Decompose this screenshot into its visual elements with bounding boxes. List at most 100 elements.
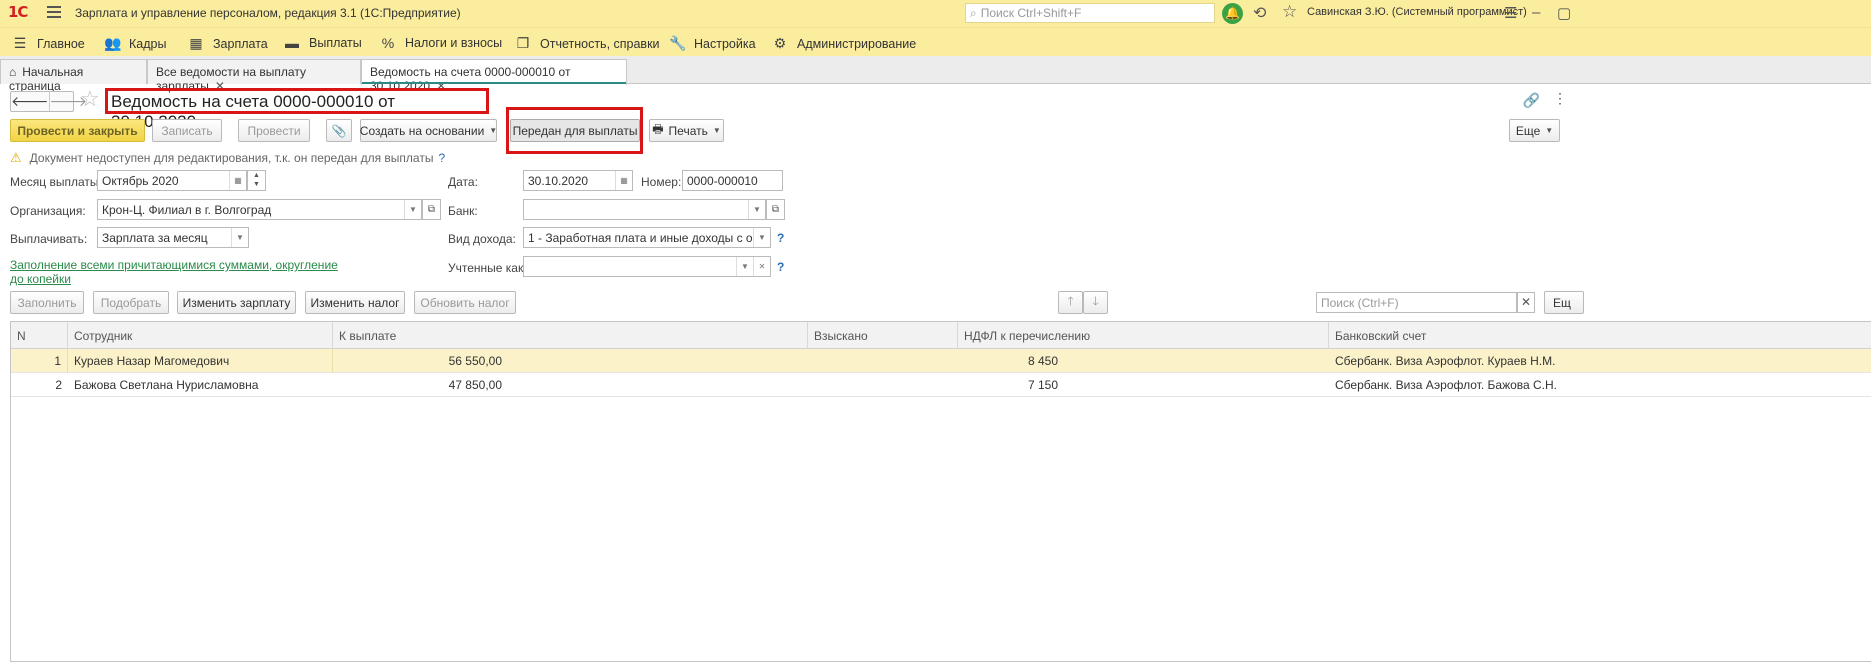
column-header-bank-account[interactable]: Банковский счет: [1329, 322, 1549, 349]
income-type-field[interactable]: 1 - Заработная плата и иные доходы с огр…: [523, 227, 771, 248]
people-icon: 👥: [104, 35, 122, 51]
sections-panel: ☰ Главное 👥 Кадры ▦ Зарплата ▬ Выплаты % Нало…: [0, 27, 1871, 56]
date-field[interactable]: 30.10.2020 ▦: [523, 170, 633, 191]
table-search-input[interactable]: Поиск (Ctrl+F): [1316, 292, 1517, 313]
table-more-button[interactable]: Ещ: [1544, 291, 1584, 314]
organization-field[interactable]: Крон-Ц. Филиал в г. Волгоград ▼: [97, 199, 422, 220]
arrow-up-icon: 🡑: [1067, 294, 1074, 308]
move-down-button[interactable]: 🡓: [1083, 291, 1108, 314]
cell-ndfl: 8 450: [1027, 354, 1058, 368]
month-stepper[interactable]: ▲ ▼: [247, 170, 266, 191]
section-salary[interactable]: ▦ Зарплата: [188, 35, 267, 52]
column-header-to-pay[interactable]: К выплате: [333, 322, 808, 349]
chevron-down-icon[interactable]: ▼: [404, 200, 421, 219]
search-icon: ⌕: [970, 5, 977, 20]
app-title: Зарплата и управление персоналом, редакц…: [75, 6, 461, 20]
employees-table: N Сотрудник К выплате Взыскано НДФЛ к пе…: [10, 321, 1871, 662]
month-field[interactable]: Октябрь 2020 ▦: [97, 170, 247, 191]
column-header-ndfl[interactable]: НДФЛ к перечислению: [958, 322, 1329, 349]
cell-withheld: [808, 373, 958, 397]
calendar-icon[interactable]: ▦: [229, 171, 246, 190]
cell-bank-account: Сбербанк. Виза Аэрофлот. Бажова С.Н.: [1335, 378, 1558, 392]
table-row[interactable]: 2 Бажова Светлана Нурисламовна 47 850,00…: [11, 373, 1871, 397]
cell-n: 1: [11, 349, 68, 373]
read-only-warning: ⚠ Документ недоступен для редактирования…: [10, 150, 446, 165]
tab-home[interactable]: ⌂ Начальная страница: [0, 59, 147, 93]
chevron-down-icon[interactable]: ▼: [736, 257, 753, 276]
tab-all-statements[interactable]: Все ведомости на выплату зарплаты ✕: [147, 59, 361, 93]
app-logo: 1С: [8, 3, 28, 21]
section-admin[interactable]: ⚙ Администрирование: [772, 35, 916, 52]
number-field[interactable]: 0000-000010: [682, 170, 783, 191]
chevron-down-icon[interactable]: ▼: [748, 200, 765, 219]
more-vertical-icon[interactable]: ⋮: [1553, 90, 1567, 107]
pay-label: Выплачивать:: [10, 232, 88, 246]
history-navigation: 🡐 🡒: [10, 91, 87, 112]
cell-ndfl: 7 150: [1027, 378, 1058, 392]
select-button[interactable]: Подобрать: [93, 291, 169, 314]
history-icon[interactable]: ⟲: [1253, 3, 1266, 23]
section-main[interactable]: ☰ Главное: [12, 35, 85, 52]
accounted-as-field[interactable]: ▼ ✕: [523, 256, 771, 277]
attach-file-button[interactable]: 📎: [326, 119, 352, 142]
page-title: Ведомость на счета 0000-000010 от 30.10.…: [105, 88, 489, 131]
current-user[interactable]: Савинская З.Ю. (Системный программист): [1307, 6, 1527, 18]
window-icon[interactable]: ▢: [1557, 4, 1571, 22]
income-type-label: Вид дохода:: [448, 232, 516, 246]
favorites-icon[interactable]: ☆: [1282, 2, 1297, 22]
section-settings[interactable]: 🔧 Настройка: [669, 35, 756, 52]
back-arrow-icon[interactable]: 🡐: [11, 92, 49, 111]
change-salary-button[interactable]: Изменить зарплату: [177, 291, 296, 314]
main-menu-icon[interactable]: [47, 6, 61, 20]
clear-icon[interactable]: ✕: [753, 257, 770, 276]
cell-withheld: [808, 349, 958, 373]
move-up-button[interactable]: 🡑: [1058, 291, 1083, 314]
print-button[interactable]: 🖶 Печать ▼: [649, 119, 724, 142]
more-button[interactable]: Еще ▼: [1509, 119, 1560, 142]
number-label: Номер:: [641, 175, 682, 189]
bank-field[interactable]: ▼: [523, 199, 766, 220]
gear-icon: ⚙: [773, 35, 787, 51]
update-tax-button[interactable]: Обновить налог: [414, 291, 516, 314]
section-taxes[interactable]: % Налоги и взносы: [380, 35, 502, 51]
cell-to-pay: 47 850,00: [448, 378, 502, 392]
open-bank-icon[interactable]: ⧉: [766, 199, 785, 220]
minimize-icon[interactable]: –: [1532, 4, 1540, 21]
income-help-icon[interactable]: ?: [777, 231, 784, 245]
accounted-help-icon[interactable]: ?: [777, 260, 784, 274]
post-button[interactable]: Провести: [238, 119, 310, 142]
table-header: N Сотрудник К выплате Взыскано НДФЛ к пе…: [11, 322, 1871, 349]
section-reports[interactable]: ❐ Отчетность, справки: [515, 35, 660, 52]
chevron-down-icon[interactable]: ▼: [231, 228, 248, 247]
percent-icon: %: [381, 35, 395, 51]
documents-icon: ❐: [516, 35, 530, 51]
column-header-employee[interactable]: Сотрудник: [68, 322, 333, 349]
chevron-down-icon: ▼: [1545, 126, 1554, 135]
create-based-on-button[interactable]: Создать на основании ▼: [360, 119, 497, 142]
fill-button[interactable]: Заполнить: [10, 291, 84, 314]
global-search-input[interactable]: ⌕ Поиск Ctrl+Shift+F: [965, 3, 1215, 23]
link-icon[interactable]: 🔗: [1523, 92, 1540, 109]
tab-current-statement[interactable]: Ведомость на счета 0000-000010 от 30.10.…: [361, 59, 627, 93]
clear-search-icon[interactable]: ✕: [1517, 292, 1535, 313]
column-header-n[interactable]: N: [11, 322, 68, 349]
open-organization-icon[interactable]: ⧉: [422, 199, 441, 220]
section-payments[interactable]: ▬ Выплаты: [284, 35, 362, 51]
section-hr[interactable]: 👥 Кадры: [104, 35, 166, 52]
menu-icon: ☰: [13, 35, 27, 51]
change-tax-button[interactable]: Изменить налог: [305, 291, 405, 314]
fill-settings-link[interactable]: Заполнение всеми причитающимися суммами,…: [10, 258, 340, 286]
global-search-placeholder: Поиск Ctrl+Shift+F: [980, 6, 1082, 20]
help-icon[interactable]: ?: [438, 151, 445, 165]
chevron-down-icon[interactable]: ▼: [753, 228, 770, 247]
calendar-icon[interactable]: ▦: [615, 171, 632, 190]
table-row[interactable]: 1 Кураев Назар Магомедович 56 550,00 8 4…: [11, 349, 1871, 373]
post-and-close-button[interactable]: Провести и закрыть: [10, 119, 145, 142]
chevron-down-icon: ▼: [489, 126, 498, 135]
save-button[interactable]: Записать: [152, 119, 222, 142]
add-favorite-icon[interactable]: ☆: [80, 86, 100, 112]
column-header-withheld[interactable]: Взыскано: [808, 322, 958, 349]
notifications-icon[interactable]: 🔔: [1222, 3, 1243, 24]
pay-field[interactable]: Зарплата за месяц ▼: [97, 227, 249, 248]
settings-menu-icon[interactable]: ☰: [1504, 4, 1517, 22]
